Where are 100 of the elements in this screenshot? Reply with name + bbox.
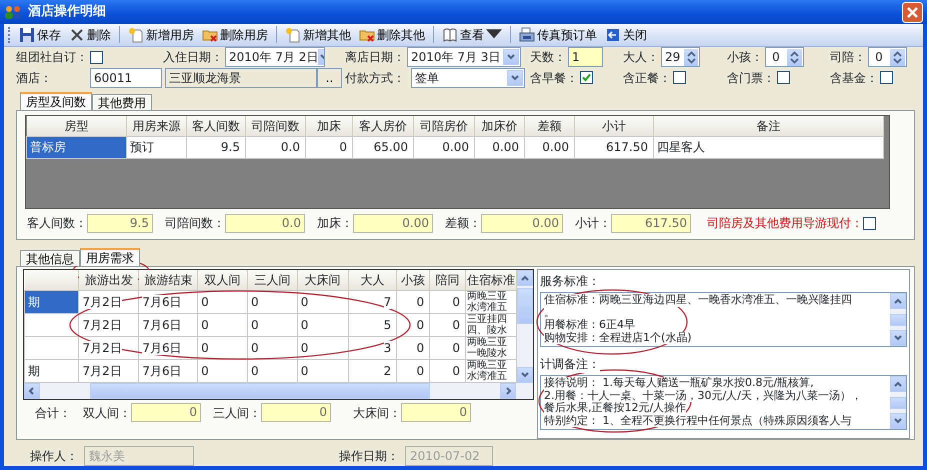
save-icon — [19, 26, 35, 43]
column-header[interactable]: 旅游结束 — [138, 270, 198, 290]
readonly-field: 0 — [401, 403, 471, 422]
tab[interactable]: 其他费用 — [92, 94, 152, 110]
field-label: 操作人： — [30, 448, 78, 465]
table-cell: 0 — [247, 313, 298, 336]
table-cell: 9.5 — [186, 136, 246, 158]
dropdown-button[interactable] — [507, 70, 523, 86]
horizontal-scrollbar[interactable] — [24, 382, 533, 398]
table-cell: 0 — [198, 290, 248, 313]
checkbox[interactable] — [90, 50, 103, 64]
exit-icon — [605, 26, 621, 43]
tab[interactable]: 房型及间数 — [20, 92, 92, 110]
text-area[interactable]: 接待说明： 1.每天每人赠送一瓶矿泉水按0.8元/瓶核算, 2.用餐：十人一桌、十菜一汤，30元/人/天，兴隆为八菜一汤）， 餐后水果,正餐按12元/人操作 特别约定： 1、全程不更换行程中任何景点（特殊原因须客人与 — [540, 375, 907, 430]
field-label: 司陪房及其他费用导游现付： — [707, 215, 863, 232]
field-label: 入住日期： — [163, 49, 223, 66]
row-header[interactable] — [24, 313, 79, 336]
book-icon — [442, 26, 458, 43]
spin-field[interactable]: 0 — [765, 47, 804, 68]
chevron-up-icon — [520, 273, 530, 283]
toolbar-button[interactable]: 删除用房 — [198, 26, 272, 44]
table-cell: 0.00 — [524, 136, 574, 158]
vertical-scrollbar[interactable] — [890, 376, 906, 429]
column-header[interactable]: 加床 — [306, 116, 352, 136]
readonly-field: 魏永美 — [84, 446, 194, 466]
checkbox[interactable] — [580, 71, 593, 84]
table-cell: 0 — [247, 290, 298, 313]
column-header[interactable]: 司陪房价 — [414, 116, 474, 136]
table-cell: 0 — [198, 359, 248, 382]
toolbar-button[interactable]: 删除 — [65, 26, 115, 44]
people-icon — [4, 5, 22, 20]
readonly-field: 9.5 — [87, 214, 153, 232]
close-icon — [902, 2, 923, 23]
tab[interactable]: 其他信息 — [20, 250, 80, 266]
table-cell: 0 — [297, 359, 348, 382]
toolbar-button[interactable]: 新增用房 — [124, 26, 198, 44]
field-label: 离店日期： — [345, 49, 405, 66]
toolbar-button[interactable]: 传真预订单 — [515, 26, 601, 44]
column-header[interactable]: 小计 — [574, 116, 654, 136]
column-header[interactable]: 备注 — [654, 116, 884, 136]
spin-field[interactable]: 0 — [868, 47, 907, 68]
select-field[interactable]: 签单 — [411, 68, 525, 88]
document-star-icon — [285, 26, 301, 43]
checkbox[interactable] — [777, 71, 790, 84]
column-header[interactable]: 双人间 — [198, 270, 248, 290]
chevron-down-icon — [510, 72, 520, 83]
table-cell: 2 — [348, 359, 397, 382]
chevron-up-icon — [893, 296, 903, 306]
table-cell: 0 — [396, 336, 430, 359]
column-header[interactable]: 司陪间数 — [246, 116, 306, 136]
field-label: 含早餐： — [530, 70, 578, 87]
browse-button[interactable]: .. — [317, 68, 342, 88]
checkbox[interactable] — [880, 71, 893, 84]
table-cell: 7月6日 — [138, 336, 198, 359]
column-header[interactable]: 客人间数 — [186, 116, 246, 136]
column-header[interactable]: 房型 — [26, 116, 126, 136]
field-label: 付款方式： — [345, 70, 405, 87]
checkbox[interactable] — [863, 216, 876, 230]
table-cell: 两晚三亚一晚陵水 — [465, 336, 516, 359]
spin-button[interactable] — [786, 48, 802, 66]
name-field: 三亚顺龙海景 — [165, 68, 317, 88]
row-header[interactable]: 期 — [24, 359, 79, 382]
chevron-down-icon — [893, 333, 903, 343]
field-label: 含门票： — [727, 70, 775, 87]
table-cell: 0 — [430, 290, 466, 313]
toolbar-button[interactable]: 删除其他 — [355, 26, 429, 44]
dropdown-button[interactable] — [503, 49, 519, 66]
toolbar-button[interactable]: 查看 — [438, 26, 506, 44]
table-cell: 0 — [430, 336, 466, 359]
column-header[interactable]: 陪同 — [430, 270, 466, 290]
field-label: 大人： — [623, 49, 659, 66]
input-field[interactable]: 60011 — [90, 68, 162, 88]
spin-button[interactable] — [890, 48, 905, 66]
toolbar-button[interactable]: 关闭 — [601, 26, 651, 44]
column-header[interactable]: 加床价 — [474, 116, 524, 136]
column-header[interactable]: 住宿标准 — [465, 270, 516, 290]
text-area[interactable]: 住宿标准：两晚三亚海边四星、一晚香水湾准五、一晚兴隆挂四 。 用餐标准：6正4早 购物安排：全程进店1个(水晶) — [540, 292, 907, 347]
input-field[interactable]: 1 — [568, 47, 603, 68]
row-header[interactable]: 期 — [24, 290, 79, 313]
column-header[interactable]: 客人房价 — [352, 116, 414, 136]
column-header[interactable]: 差额 — [524, 116, 574, 136]
field-label: 加床： — [317, 215, 353, 232]
column-header[interactable]: 大床间 — [297, 270, 348, 290]
checkbox[interactable] — [673, 71, 686, 84]
date-field[interactable]: 2010年 7月 2日 — [225, 47, 325, 68]
column-header[interactable]: 用房来源 — [126, 116, 186, 136]
date-field[interactable]: 2010年 7月 3日 — [407, 47, 521, 68]
vertical-scrollbar[interactable] — [517, 270, 533, 382]
spin-field[interactable]: 29 — [661, 47, 700, 68]
column-header[interactable]: 大人 — [348, 270, 397, 290]
toolbar-button[interactable]: 新增其他 — [281, 26, 355, 44]
toolbar-button[interactable]: 保存 — [15, 26, 65, 44]
table-cell: 7月6日 — [138, 359, 198, 382]
vertical-scrollbar[interactable] — [890, 293, 906, 346]
table-cell: 0.00 — [474, 136, 524, 158]
readonly-field: 617.50 — [611, 214, 691, 232]
column-header[interactable]: 三人间 — [247, 270, 298, 290]
spin-button[interactable] — [684, 48, 698, 66]
field-label: 操作日期： — [339, 448, 399, 465]
column-header[interactable]: 小孩 — [396, 270, 430, 290]
